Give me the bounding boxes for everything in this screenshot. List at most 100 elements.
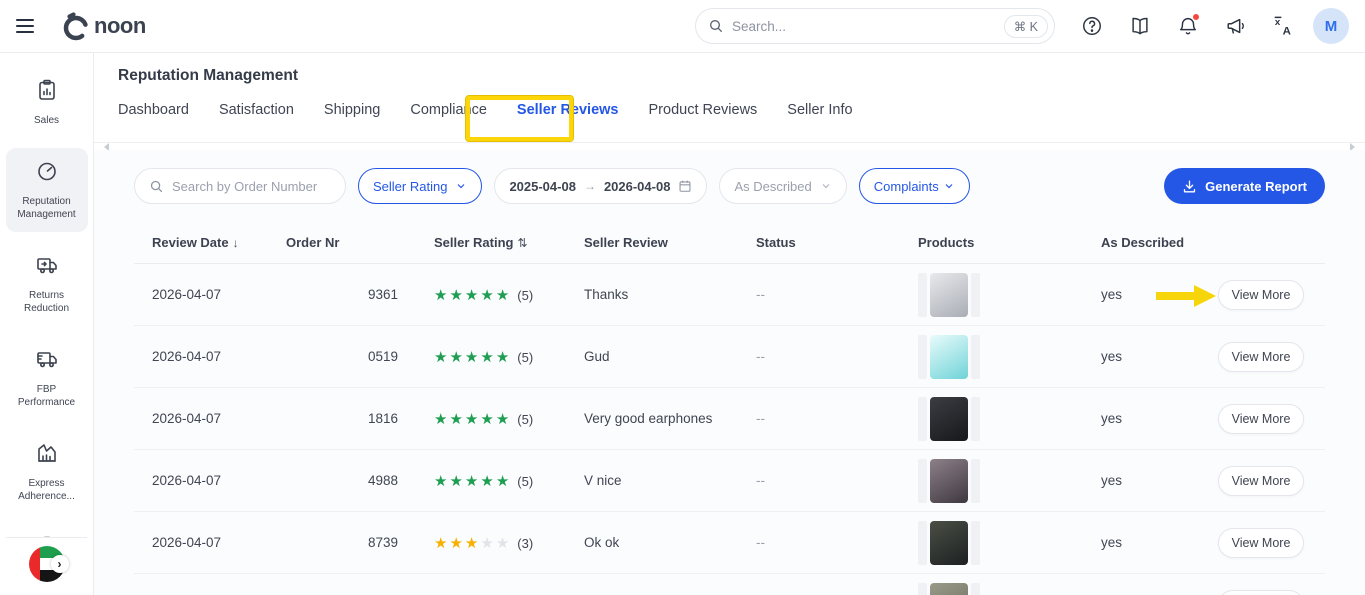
table-row-partial: View More <box>134 574 1325 595</box>
chevron-down-icon <box>943 180 955 192</box>
global-search-input[interactable] <box>732 19 1004 34</box>
seller-review-cell: V nice <box>584 473 756 488</box>
tab-compliance[interactable]: Compliance <box>410 102 487 124</box>
reviews-table: Review Date↓ Order Nr Seller Rating⇅ Sel… <box>134 222 1325 595</box>
svg-text:x: x <box>1275 17 1281 28</box>
tab-seller-reviews[interactable]: Seller Reviews <box>517 102 619 124</box>
order-nr-cell: 1816 <box>286 411 434 426</box>
sort-both-icon[interactable]: ⇅ <box>517 236 527 250</box>
review-date-cell: 2026-04-07 <box>152 349 286 364</box>
product-thumbnail-carousel[interactable] <box>918 583 1101 595</box>
topbar: noon ⌘ K xA M <box>0 0 1365 53</box>
view-more-button[interactable]: View More <box>1218 590 1304 595</box>
sort-desc-icon[interactable]: ↓ <box>233 236 239 250</box>
seller-review-cell: Gud <box>584 349 756 364</box>
sidebar-item-label: Returns Reduction <box>9 289 85 315</box>
noon-logo[interactable]: noon <box>58 9 146 43</box>
next-product-sliver <box>971 521 980 565</box>
sidebar-item-fbp-performance[interactable]: FBP Performance <box>6 336 88 420</box>
tab-scrollbar[interactable] <box>94 142 1365 150</box>
product-image-teal-bottle-product[interactable] <box>930 335 968 379</box>
search-icon <box>708 18 724 34</box>
view-more-button[interactable]: View More <box>1218 404 1304 434</box>
search-shortcut-badge: ⌘ K <box>1004 15 1048 38</box>
review-date-cell: 2026-04-07 <box>152 287 286 302</box>
sidebar: Sales Reputation Management Returns Redu… <box>0 53 94 595</box>
date-from: 2025-04-08 <box>509 179 576 194</box>
status-cell: -- <box>756 411 918 426</box>
product-image-black-earbuds[interactable] <box>930 397 968 441</box>
table-row: 2026-04-07 0519 ★★★★★(5) Gud -- yes View… <box>134 326 1325 388</box>
complaints-filter[interactable]: Complaints <box>859 168 970 204</box>
product-thumbnail-carousel[interactable] <box>918 273 1101 317</box>
prev-product-sliver <box>918 273 927 317</box>
view-more-button[interactable]: View More <box>1218 342 1304 372</box>
page-title: Reputation Management <box>118 67 1365 85</box>
country-selector[interactable]: › <box>29 546 65 582</box>
global-search[interactable]: ⌘ K <box>695 8 1055 44</box>
seller-rating-cell: ★★★★★(5) <box>434 410 584 428</box>
order-search-field[interactable] <box>134 168 346 204</box>
sidebar-item-label: Sales <box>34 114 59 127</box>
col-status: Status <box>756 235 918 250</box>
megaphone-icon[interactable] <box>1217 7 1255 45</box>
bell-icon[interactable] <box>1169 7 1207 45</box>
view-more-button[interactable]: View More <box>1218 528 1304 558</box>
product-image-grey-cable-product[interactable] <box>930 273 968 317</box>
help-icon[interactable] <box>1073 7 1111 45</box>
tab-product-reviews[interactable]: Product Reviews <box>649 102 758 124</box>
table-header: Review Date↓ Order Nr Seller Rating⇅ Sel… <box>134 222 1325 264</box>
col-review-date[interactable]: Review Date↓ <box>152 235 286 250</box>
table-row: 2026-04-07 1816 ★★★★★(5) Very good earph… <box>134 388 1325 450</box>
status-cell: -- <box>756 535 918 550</box>
view-more-button[interactable]: View More <box>1218 466 1304 496</box>
product-thumbnail-carousel[interactable] <box>918 459 1101 503</box>
product-image-partially-visible-product[interactable] <box>930 583 968 595</box>
product-image-dark-phone-product[interactable] <box>930 521 968 565</box>
hamburger-menu-icon[interactable] <box>16 13 42 39</box>
status-cell: -- <box>756 287 918 302</box>
as-described-cell: yes <box>1101 287 1218 302</box>
chevron-right-icon[interactable]: › <box>51 555 69 573</box>
brand-text: noon <box>94 13 146 39</box>
truck-icon <box>35 347 59 376</box>
products-cell <box>918 397 1101 441</box>
translate-icon[interactable]: xA <box>1265 7 1303 45</box>
order-nr-cell: 8739 <box>286 535 434 550</box>
prev-product-sliver <box>918 459 927 503</box>
as-described-filter-label: As Described <box>734 179 811 194</box>
tab-satisfaction[interactable]: Satisfaction <box>219 102 294 124</box>
sidebar-item-express-adherence[interactable]: Express Adherence... <box>6 430 88 514</box>
status-cell: -- <box>756 349 918 364</box>
col-seller-rating[interactable]: Seller Rating⇅ <box>434 235 584 250</box>
clipboard-heart-icon <box>35 535 59 537</box>
generate-report-button[interactable]: Generate Report <box>1164 168 1325 204</box>
book-icon[interactable] <box>1121 7 1159 45</box>
sidebar-item-reputation-management[interactable]: Reputation Management <box>6 148 88 232</box>
date-range-filter[interactable]: 2025-04-08 → 2026-04-08 <box>494 168 707 204</box>
product-image-dark-camera-product[interactable] <box>930 459 968 503</box>
tab-dashboard[interactable]: Dashboard <box>118 102 189 124</box>
view-more-button[interactable]: View More <box>1218 280 1304 310</box>
seller-rating-filter[interactable]: Seller Rating <box>358 168 482 204</box>
user-avatar[interactable]: M <box>1313 8 1349 44</box>
next-product-sliver <box>971 273 980 317</box>
product-thumbnail-carousel[interactable] <box>918 397 1101 441</box>
star-rating-icon: ★★★★★ <box>434 411 511 428</box>
clipboard-chart-icon <box>35 78 59 107</box>
sidebar-item-inventory[interactable]: Inventory <box>6 524 88 537</box>
product-thumbnail-carousel[interactable] <box>918 521 1101 565</box>
noon-logo-icon <box>58 9 92 43</box>
tab-bar: Dashboard Satisfaction Shipping Compliance S… <box>118 102 1365 124</box>
product-thumbnail-carousel[interactable] <box>918 335 1101 379</box>
review-date-cell: 2026-04-07 <box>152 535 286 550</box>
tab-seller-info[interactable]: Seller Info <box>787 102 852 124</box>
as-described-filter[interactable]: As Described <box>719 168 846 204</box>
star-rating-icon: ★★★★★ <box>434 473 511 490</box>
seller-review-cell: Thanks <box>584 287 756 302</box>
complaints-filter-label: Complaints <box>874 179 939 194</box>
sidebar-item-sales[interactable]: Sales <box>6 67 88 138</box>
tab-shipping[interactable]: Shipping <box>324 102 380 124</box>
sidebar-item-returns-reduction[interactable]: Returns Reduction <box>6 242 88 326</box>
order-search-input[interactable] <box>172 179 331 194</box>
